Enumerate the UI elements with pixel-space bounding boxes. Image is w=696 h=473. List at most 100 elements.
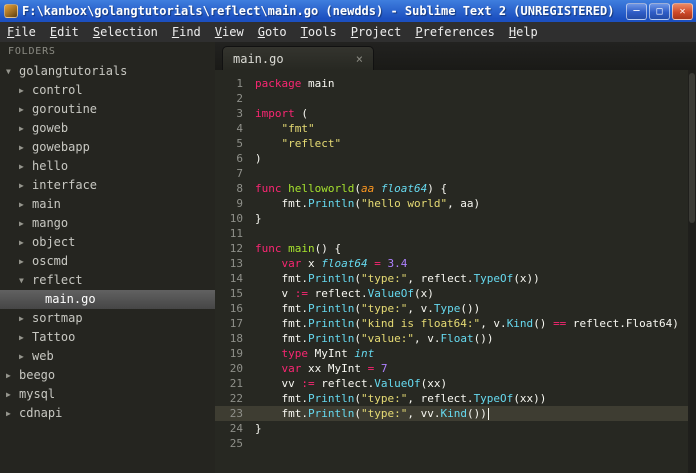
code-line[interactable]: 12 func main() { [215,241,696,256]
chevron-right-icon[interactable]: ▶ [19,138,32,157]
menu-item-find[interactable]: Find [165,22,208,42]
minimize-button[interactable]: ─ [626,2,647,20]
chevron-right-icon[interactable]: ▶ [6,404,19,423]
line-number: 6 [236,152,243,165]
code-line[interactable]: 21 vv := reflect.ValueOf(xx) [215,376,696,391]
chevron-right-icon[interactable]: ▶ [19,252,32,271]
code-line[interactable]: 17 fmt.Println("kind is float64:", v.Kin… [215,316,696,331]
folder-item-goweb[interactable]: ▶ goweb [0,119,215,138]
menu-item-project[interactable]: Project [344,22,409,42]
code-line[interactable]: 24} [215,421,696,436]
code-line[interactable]: 6) [215,151,696,166]
chevron-right-icon[interactable]: ▶ [19,195,32,214]
scrollbar[interactable] [688,70,696,473]
line-number: 16 [229,302,243,315]
code-line[interactable]: 1 package main [215,76,696,91]
code-line[interactable]: 5 "reflect" [215,136,696,151]
close-button[interactable]: ✕ [672,2,693,20]
code-line[interactable]: 13 var x float64 = 3.4 [215,256,696,271]
menu-item-edit[interactable]: Edit [43,22,86,42]
folder-item-hello[interactable]: ▶ hello [0,157,215,176]
tab-main-go[interactable]: main.go × [222,46,374,70]
code-line[interactable]: 7 [215,166,696,181]
menu-item-view[interactable]: View [208,22,251,42]
folder-item-reflect[interactable]: ▼ reflect [0,271,215,290]
line-number: 8 [236,182,243,195]
menu-bar: File Edit Selection Find View Goto Tools Projec… [0,22,696,42]
code-line[interactable]: 18 fmt.Println("value:", v.Float()) [215,331,696,346]
code-line[interactable]: 16 fmt.Println("type:", v.Type()) [215,301,696,316]
menu-item-tools[interactable]: Tools [294,22,344,42]
code-text: } [255,212,262,225]
line-number: 15 [229,287,243,300]
app-icon [4,4,18,18]
code-text: fmt.Println("kind is float64:", v.Kind()… [255,317,679,330]
menu-item-goto[interactable]: Goto [251,22,294,42]
code-line[interactable]: 4 "fmt" [215,121,696,136]
code-text: v := reflect.ValueOf(x) [255,287,434,300]
code-line[interactable]: 11 [215,226,696,241]
code-line[interactable]: 15 v := reflect.ValueOf(x) [215,286,696,301]
folder-item-mysql[interactable]: ▶ mysql [0,385,215,404]
code-text: fmt.Println("value:", v.Float()) [255,332,494,345]
line-number: 18 [229,332,243,345]
code-text: import ( [255,107,308,120]
folder-item-goroutine[interactable]: ▶ goroutine [0,100,215,119]
chevron-down-icon[interactable]: ▼ [6,62,19,81]
code-text: ) [255,152,262,165]
folder-item-web[interactable]: ▶ web [0,347,215,366]
folder-item-interface[interactable]: ▶ interface [0,176,215,195]
folder-item-golangtutorials[interactable]: ▼ golangtutorials [0,62,215,81]
main-area: FOLDERS ▼ golangtutorials ▶ control ▶ gorouti… [0,42,696,473]
folder-item-control[interactable]: ▶ control [0,81,215,100]
chevron-right-icon[interactable]: ▶ [19,347,32,366]
chevron-right-icon[interactable]: ▶ [19,309,32,328]
code-line[interactable]: 20 var xx MyInt = 7 [215,361,696,376]
chevron-right-icon[interactable]: ▶ [19,176,32,195]
tree-item-label: mango [32,216,69,230]
folder-item-object[interactable]: ▶ object [0,233,215,252]
code-line[interactable]: 2 [215,91,696,106]
chevron-right-icon[interactable]: ▶ [6,385,19,404]
code-line[interactable]: 25 [215,436,696,451]
code-line[interactable]: 3 import ( [215,106,696,121]
code-line[interactable]: 22 fmt.Println("type:", reflect.TypeOf(x… [215,391,696,406]
maximize-button[interactable]: □ [649,2,670,20]
code-line[interactable]: 23 fmt.Println("type:", vv.Kind()) [215,406,696,421]
folder-item-sortmap[interactable]: ▶ sortmap [0,309,215,328]
code-line[interactable]: 10} [215,211,696,226]
code-line[interactable]: 14 fmt.Println("type:", reflect.TypeOf(x… [215,271,696,286]
code-line[interactable]: 19 type MyInt int [215,346,696,361]
chevron-right-icon[interactable]: ▶ [19,214,32,233]
line-number: 12 [229,242,243,255]
chevron-right-icon[interactable]: ▶ [19,119,32,138]
chevron-right-icon[interactable]: ▶ [19,328,32,347]
chevron-right-icon[interactable]: ▶ [19,81,32,100]
title-bar: F:\kanbox\golangtutorials\reflect\main.g… [0,0,696,22]
code-text: fmt.Println("hello world", aa) [255,197,481,210]
code-line[interactable]: 8 func helloworld(aa float64) { [215,181,696,196]
line-number: 7 [236,167,243,180]
chevron-right-icon[interactable]: ▶ [6,366,19,385]
folder-item-cdnapi[interactable]: ▶ cdnapi [0,404,215,423]
folder-item-mango[interactable]: ▶ mango [0,214,215,233]
chevron-down-icon[interactable]: ▼ [19,271,32,290]
menu-item-preferences[interactable]: Preferences [408,22,501,42]
menu-item-selection[interactable]: Selection [86,22,165,42]
menu-item-help[interactable]: Help [502,22,545,42]
folder-item-oscmd[interactable]: ▶ oscmd [0,252,215,271]
chevron-right-icon[interactable]: ▶ [19,157,32,176]
folder-item-gowebapp[interactable]: ▶ gowebapp [0,138,215,157]
tab-close-icon[interactable]: × [356,52,363,66]
code-line[interactable]: 9 fmt.Println("hello world", aa) [215,196,696,211]
file-item-main.go[interactable]: main.go [0,290,215,309]
folder-item-beego[interactable]: ▶ beego [0,366,215,385]
line-number: 4 [236,122,243,135]
folder-item-tattoo[interactable]: ▶ Tattoo [0,328,215,347]
scrollbar-thumb[interactable] [689,73,695,223]
code-area[interactable]: 1 package main 2 3 import (4 "fmt" 5 "reflect… [215,70,696,473]
chevron-right-icon[interactable]: ▶ [19,100,32,119]
folder-item-main[interactable]: ▶ main [0,195,215,214]
menu-item-file[interactable]: File [0,22,43,42]
chevron-right-icon[interactable]: ▶ [19,233,32,252]
